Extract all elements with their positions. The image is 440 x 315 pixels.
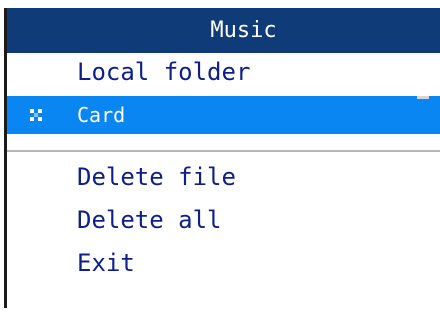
scroll-indicator (417, 96, 429, 99)
menu-title: Music (210, 18, 277, 43)
menu-item-label: Delete file (77, 163, 236, 191)
menu-item-label: Delete all (77, 206, 222, 234)
music-menu-screen: Music Local folder Card Delete file Dele… (0, 0, 440, 315)
menu-divider (7, 150, 440, 152)
menu-title-bar: Music (7, 8, 440, 53)
menu-item-label: Card (77, 103, 126, 127)
media-card-icon (29, 108, 43, 122)
menu-item-delete-all[interactable]: Delete all (7, 201, 440, 239)
menu-item-label: Exit (77, 249, 135, 277)
menu-item-label: Local folder (77, 58, 251, 86)
menu-item-card[interactable]: Card (7, 96, 440, 134)
menu-item-delete-file[interactable]: Delete file (7, 158, 440, 196)
menu-item-exit[interactable]: Exit (7, 244, 440, 282)
menu-item-local-folder[interactable]: Local folder (7, 53, 440, 91)
